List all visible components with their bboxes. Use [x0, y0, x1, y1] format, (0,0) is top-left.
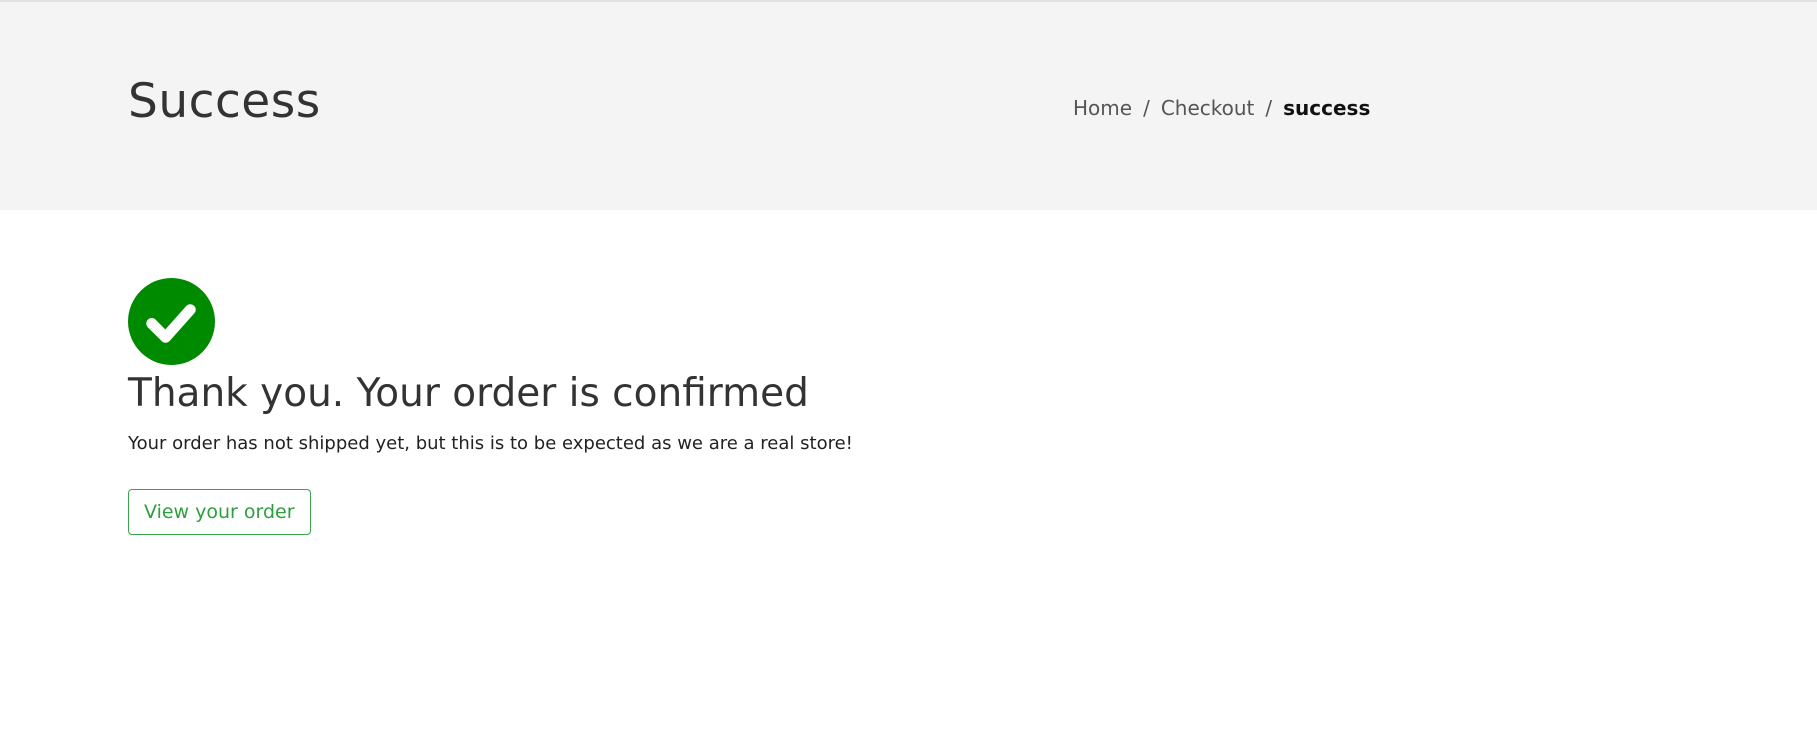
breadcrumb: Home / Checkout / success [1073, 94, 1370, 122]
breadcrumb-separator: / [1143, 96, 1150, 120]
breadcrumb-home-link[interactable]: Home [1073, 94, 1132, 122]
page-title: Success [128, 74, 321, 129]
breadcrumb-separator: / [1265, 96, 1273, 120]
confirmation-message: Your order has not shipped yet, but this… [128, 433, 853, 454]
page-header: Success Home / Checkout / success [0, 2, 1817, 210]
breadcrumb-current: success [1283, 96, 1371, 120]
view-order-button[interactable]: View your order [128, 489, 311, 535]
check-circle-icon [128, 278, 215, 365]
breadcrumb-checkout-link[interactable]: Checkout [1161, 94, 1255, 122]
confirmation-title: Thank you. Your order is confirmed [128, 371, 809, 416]
